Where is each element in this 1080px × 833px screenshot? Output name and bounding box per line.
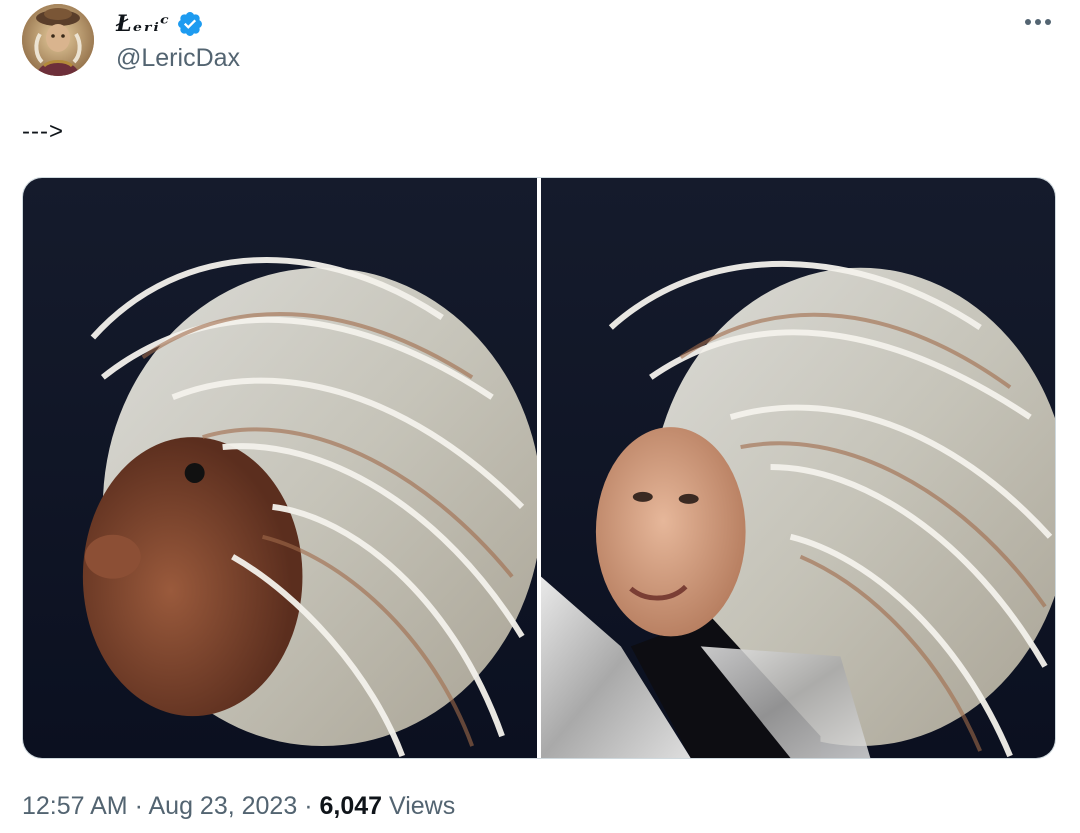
tweet-date[interactable]: Aug 23, 2023 [149, 792, 298, 820]
media-photo-2[interactable] [541, 178, 1055, 758]
views-count: 6,047 [319, 792, 383, 820]
author-avatar[interactable] [22, 4, 94, 76]
photo-1-image [23, 178, 537, 758]
tweet-card: Łₑᵣᵢᶜ @LericDax ---> 12:57 AM · Aug 23, … [0, 0, 1080, 833]
more-options-icon [1025, 19, 1051, 25]
author-name-row: Łₑᵣᵢᶜ [116, 6, 204, 42]
author-handle[interactable]: @LericDax [116, 44, 240, 73]
meta-separator: · [134, 792, 143, 820]
tweet-time[interactable]: 12:57 AM [22, 792, 128, 820]
avatar-image [22, 4, 94, 76]
photo-2-image [541, 178, 1055, 758]
views-label: Views [389, 792, 456, 820]
meta-separator-2: · [304, 792, 313, 820]
tweet-meta: 12:57 AM · Aug 23, 2023 · 6,047 Views [22, 792, 455, 821]
verified-badge-icon[interactable] [176, 10, 204, 38]
media-grid [22, 177, 1056, 759]
tweet-text: ---> [22, 118, 64, 145]
media-photo-1[interactable] [23, 178, 537, 758]
more-options-button[interactable] [1022, 8, 1054, 36]
author-display-name[interactable]: Łₑᵣᵢᶜ [116, 11, 170, 37]
